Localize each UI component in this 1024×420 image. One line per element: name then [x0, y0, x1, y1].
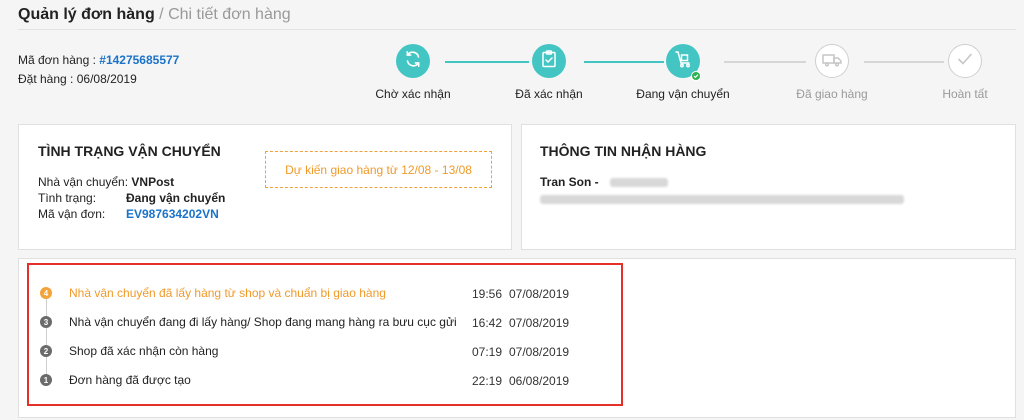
check-badge-icon	[691, 71, 701, 81]
timeline-step-badge: 2	[40, 345, 52, 357]
timeline-step-badge: 1	[40, 374, 52, 386]
timeline-event-text: Nhà vận chuyển đã lấy hàng từ shop và ch…	[69, 286, 386, 300]
redacted-address	[540, 195, 904, 204]
carrier-label: Nhà vận chuyển:	[38, 175, 132, 189]
step-label: Chờ xác nhận	[375, 87, 451, 101]
shipping-card-title: TÌNH TRẠNG VẬN CHUYỂN	[38, 143, 221, 159]
step-connector	[445, 61, 529, 63]
delivery-cart-icon	[673, 49, 693, 74]
timeline-event-time: 07:19	[472, 345, 503, 359]
step-circle-confirmed	[532, 44, 566, 78]
step-label: Đã giao hàng	[796, 87, 868, 101]
timeline-step-badge: 4	[40, 287, 52, 299]
breadcrumb-current: Chi tiết đơn hàng	[168, 6, 291, 23]
header-divider	[18, 29, 1016, 30]
truck-icon	[821, 49, 843, 74]
receiver-name: Tran Son -	[540, 175, 599, 189]
carrier-value: VNPost	[131, 175, 175, 189]
step-connector	[724, 61, 806, 63]
order-id-line: Mã đơn hàng : #14275685577	[18, 53, 179, 67]
step-connector	[584, 61, 664, 63]
receiver-card-title: THÔNG TIN NHẬN HÀNG	[540, 143, 707, 159]
clipboard-check-icon	[539, 49, 559, 74]
step-label: Hoàn tất	[942, 87, 988, 101]
step-connector	[864, 61, 944, 63]
step-circle-delivered	[815, 44, 849, 78]
order-date-label: Đặt hàng :	[18, 72, 77, 86]
order-id-label: Mã đơn hàng :	[18, 53, 100, 67]
order-date-line: Đặt hàng : 06/08/2019	[18, 72, 137, 86]
breadcrumb-link-orders[interactable]: Quản lý đơn hàng	[18, 6, 155, 23]
step-circle-completed	[948, 44, 982, 78]
timeline-event-date: 06/08/2019	[509, 374, 570, 388]
tracking-value[interactable]: EV987634202VN	[126, 207, 219, 221]
step-label: Đã xác nhận	[515, 87, 583, 101]
step-circle-pending-confirm	[396, 44, 430, 78]
redacted-phone	[610, 178, 668, 187]
breadcrumb: Quản lý đơn hàng / Chi tiết đơn hàng	[18, 6, 291, 24]
timeline-event-date: 07/08/2019	[509, 316, 570, 330]
check-icon	[954, 48, 976, 75]
step-label: Đang vận chuyển	[636, 87, 730, 101]
refresh-icon	[403, 49, 423, 74]
timeline-event-date: 07/08/2019	[509, 287, 570, 301]
timeline-event-text: Shop đã xác nhận còn hàng	[69, 344, 219, 358]
timeline-step-badge: 3	[40, 316, 52, 328]
timeline-event-time: 22:19	[472, 374, 503, 388]
timeline-event-time: 16:42	[472, 316, 503, 330]
status-label: Tình trạng:	[38, 191, 97, 205]
status-value: Đang vận chuyển	[126, 191, 226, 205]
timeline-event-text: Nhà vận chuyển đang đi lấy hàng/ Shop đa…	[69, 315, 457, 329]
breadcrumb-separator: /	[154, 6, 169, 23]
order-id-link[interactable]: #14275685577	[99, 53, 179, 67]
timeline-event-time: 19:56	[472, 287, 503, 301]
timeline-connector	[46, 298, 47, 380]
order-date-value: 06/08/2019	[76, 72, 137, 86]
tracking-label: Mã vận đơn:	[38, 207, 106, 221]
timeline-event-text: Đơn hàng đã được tạo	[69, 373, 191, 387]
carrier-line: Nhà vận chuyển: VNPost	[38, 175, 174, 189]
timeline-event-date: 07/08/2019	[509, 345, 570, 359]
delivery-eta-box: Dự kiến giao hàng từ 12/08 - 13/08	[265, 151, 492, 188]
